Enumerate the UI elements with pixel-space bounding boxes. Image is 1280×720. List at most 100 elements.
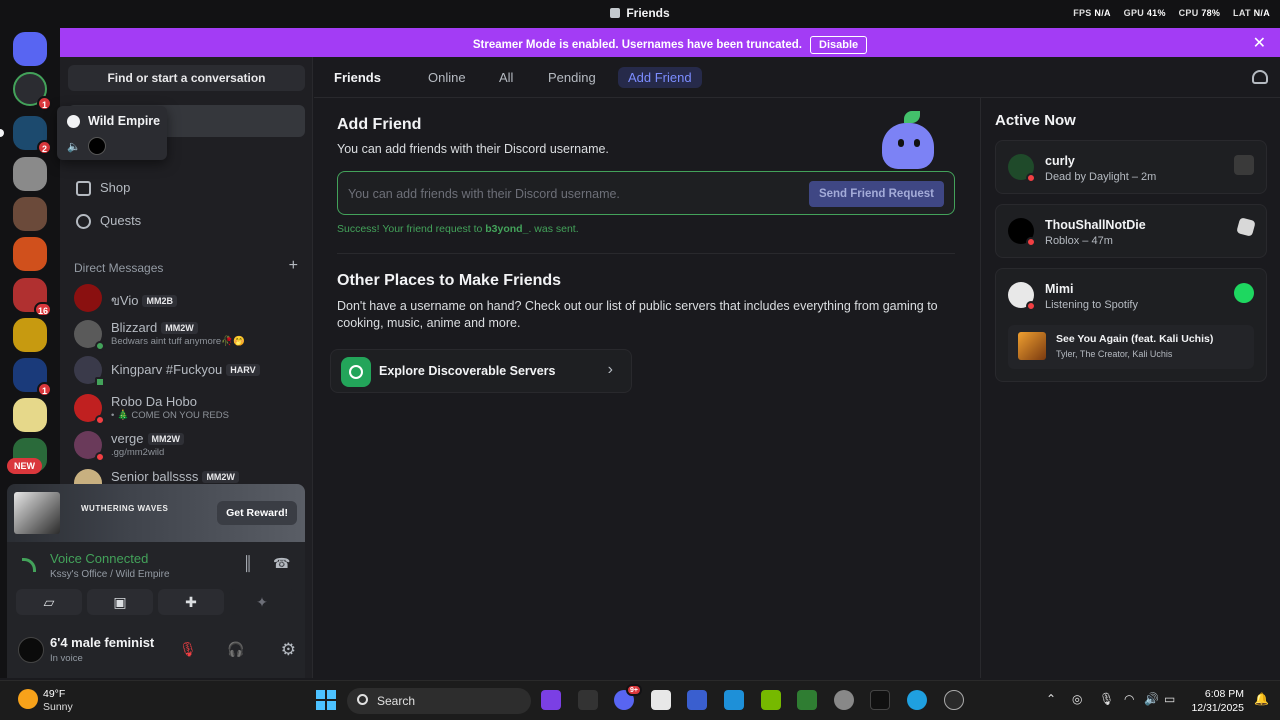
- wifi-icon[interactable]: ◠: [1124, 692, 1134, 706]
- noise-suppression-icon[interactable]: ║: [243, 555, 253, 571]
- mute-icon[interactable]: 🎙: [179, 641, 197, 658]
- server-icon[interactable]: 1: [13, 358, 52, 397]
- disable-streamer-button[interactable]: Disable: [810, 36, 868, 54]
- new-group-dm-icon[interactable]: [1252, 70, 1268, 84]
- quests-icon: [76, 214, 91, 229]
- tab-all[interactable]: All: [489, 67, 523, 88]
- dm-item[interactable]: Robo Da Hobo • 🎄 COME ON YOU REDS: [68, 391, 305, 427]
- share-screen-button[interactable]: ▣: [87, 589, 153, 615]
- divider: [337, 253, 955, 254]
- nav-quests[interactable]: Quests: [68, 205, 305, 237]
- activity-card[interactable]: curly Dead by Daylight – 2m: [995, 140, 1267, 194]
- user-panel: Voice Connected Kssy's Office / Wild Emp…: [7, 542, 305, 678]
- now-playing[interactable]: See You Again (feat. Kali Uchis) Tyler, …: [1008, 325, 1254, 369]
- system-clock[interactable]: 6:08 PM 12/31/2025: [1191, 687, 1244, 715]
- gpu-label: GPU: [1123, 8, 1145, 18]
- activity-card[interactable]: ThouShallNotDie Roblox – 47m: [995, 204, 1267, 258]
- app-icon[interactable]: [541, 690, 561, 710]
- microphone-icon[interactable]: 🎙: [1099, 692, 1114, 706]
- edge-icon[interactable]: [907, 690, 927, 710]
- windows-start-icon[interactable]: [316, 690, 336, 710]
- username-input[interactable]: [348, 184, 808, 204]
- server-icon[interactable]: [13, 157, 47, 191]
- search-icon: [357, 694, 368, 705]
- voice-channel-label[interactable]: Kssy's Office / Wild Empire: [50, 569, 170, 580]
- tray-icon[interactable]: ◎: [1072, 692, 1082, 706]
- send-friend-request-button[interactable]: Send Friend Request: [808, 181, 944, 207]
- voice-connected-label[interactable]: Voice Connected: [50, 551, 148, 566]
- chevron-right-icon: ›: [607, 361, 613, 378]
- battery-icon[interactable]: ▭: [1164, 692, 1175, 706]
- get-reward-button[interactable]: Get Reward!: [217, 501, 297, 525]
- add-server-button[interactable]: 1: [13, 72, 52, 111]
- weather-temp[interactable]: 49°F: [43, 688, 65, 700]
- app-icon[interactable]: [797, 690, 817, 710]
- nvidia-icon[interactable]: [761, 690, 781, 710]
- weather-icon[interactable]: [18, 689, 38, 709]
- dm-item[interactable]: Blizzard MM2W Bedwars aint tuff anymore🥀🤭: [68, 317, 305, 353]
- app-icon[interactable]: [724, 690, 744, 710]
- dnd-status: [95, 452, 105, 462]
- disconnect-icon[interactable]: ☎: [273, 555, 290, 572]
- tiktok-icon[interactable]: [870, 690, 890, 710]
- dm-item[interactable]: Senior ballssss MM2W: [68, 466, 305, 484]
- dm-item[interactable]: verge MM2W .gg/mm2wild: [68, 428, 305, 464]
- activities-button[interactable]: ✚: [158, 589, 224, 615]
- friends-header: Friends: [334, 70, 381, 85]
- new-dm-plus-icon[interactable]: +: [289, 257, 298, 275]
- server-icon[interactable]: [13, 318, 47, 352]
- weather-condition[interactable]: Sunny: [43, 701, 73, 713]
- song-title: See You Again (feat. Kali Uchis): [1056, 333, 1214, 345]
- active-now-panel: Active Now curly Dead by Daylight – 2m T…: [980, 98, 1280, 678]
- dm-status: .gg/mm2wild: [111, 447, 165, 458]
- server-wild-empire[interactable]: 2: [0, 116, 52, 155]
- volume-icon[interactable]: 🔊: [1144, 692, 1159, 706]
- conversation-search[interactable]: Find or start a conversation: [68, 65, 305, 91]
- dm-item[interactable]: Kingparv #Fuckyou HARV: [68, 353, 305, 389]
- explore-servers-button[interactable]: Explore Discoverable Servers ›: [330, 349, 632, 393]
- other-places-title: Other Places to Make Friends: [337, 272, 562, 289]
- activity-card[interactable]: Mimi Listening to Spotify See You Again …: [995, 268, 1267, 382]
- dm-header: Direct Messages: [74, 261, 164, 275]
- close-icon[interactable]: ✕: [1253, 33, 1266, 53]
- settings-icon[interactable]: [834, 690, 854, 710]
- server-icon[interactable]: [13, 197, 47, 231]
- shop-icon: [76, 181, 91, 196]
- deafen-icon[interactable]: 🎧: [227, 641, 244, 658]
- tab-add-friend[interactable]: Add Friend: [618, 67, 702, 88]
- dm-item[interactable]: ขVio MM2B: [68, 281, 305, 317]
- server-icon[interactable]: [13, 398, 47, 432]
- album-art: [1018, 332, 1046, 360]
- server-icon[interactable]: [13, 237, 47, 271]
- promo-logo: WUTHERING WAVES: [81, 504, 169, 513]
- tab-pending[interactable]: Pending: [538, 67, 606, 88]
- current-user[interactable]: 6'4 male feminist In voice 🎙 🎧 ⚙: [16, 632, 296, 668]
- epic-games-icon[interactable]: [578, 690, 598, 710]
- server-tag: HARV: [226, 364, 260, 376]
- camera-off-button[interactable]: ▱: [16, 589, 82, 615]
- app-icon[interactable]: [944, 690, 964, 710]
- notification-bell-icon[interactable]: 🔔: [1254, 692, 1269, 706]
- taskbar-search[interactable]: Search: [347, 688, 531, 714]
- server-tag: MM2B: [142, 295, 177, 307]
- fps-value: N/A: [1094, 8, 1111, 18]
- dnd-status: [1026, 237, 1036, 247]
- gear-icon[interactable]: ⚙: [281, 640, 296, 660]
- server-icon[interactable]: 16: [13, 278, 52, 317]
- server-tag: MM2W: [147, 433, 185, 445]
- lat-label: LAT: [1233, 8, 1251, 18]
- add-friend-title: Add Friend: [337, 116, 422, 133]
- tab-online[interactable]: Online: [418, 67, 476, 88]
- app-icon[interactable]: [687, 690, 707, 710]
- soundboard-button[interactable]: ✦: [229, 589, 295, 615]
- streamer-mode-banner: Streamer Mode is enabled. Usernames have…: [60, 28, 1280, 57]
- fps-label: FPS: [1073, 8, 1092, 18]
- gpu-value: 41%: [1146, 8, 1166, 18]
- store-icon[interactable]: [651, 690, 671, 710]
- server-tooltip: Wild Empire 🔈: [57, 106, 167, 160]
- home-button[interactable]: [13, 32, 47, 66]
- chevron-up-icon[interactable]: ⌃: [1046, 692, 1056, 706]
- nav-shop[interactable]: Shop: [68, 172, 305, 204]
- wumpus-illustration: [874, 109, 944, 173]
- discord-icon[interactable]: 9+: [614, 684, 642, 710]
